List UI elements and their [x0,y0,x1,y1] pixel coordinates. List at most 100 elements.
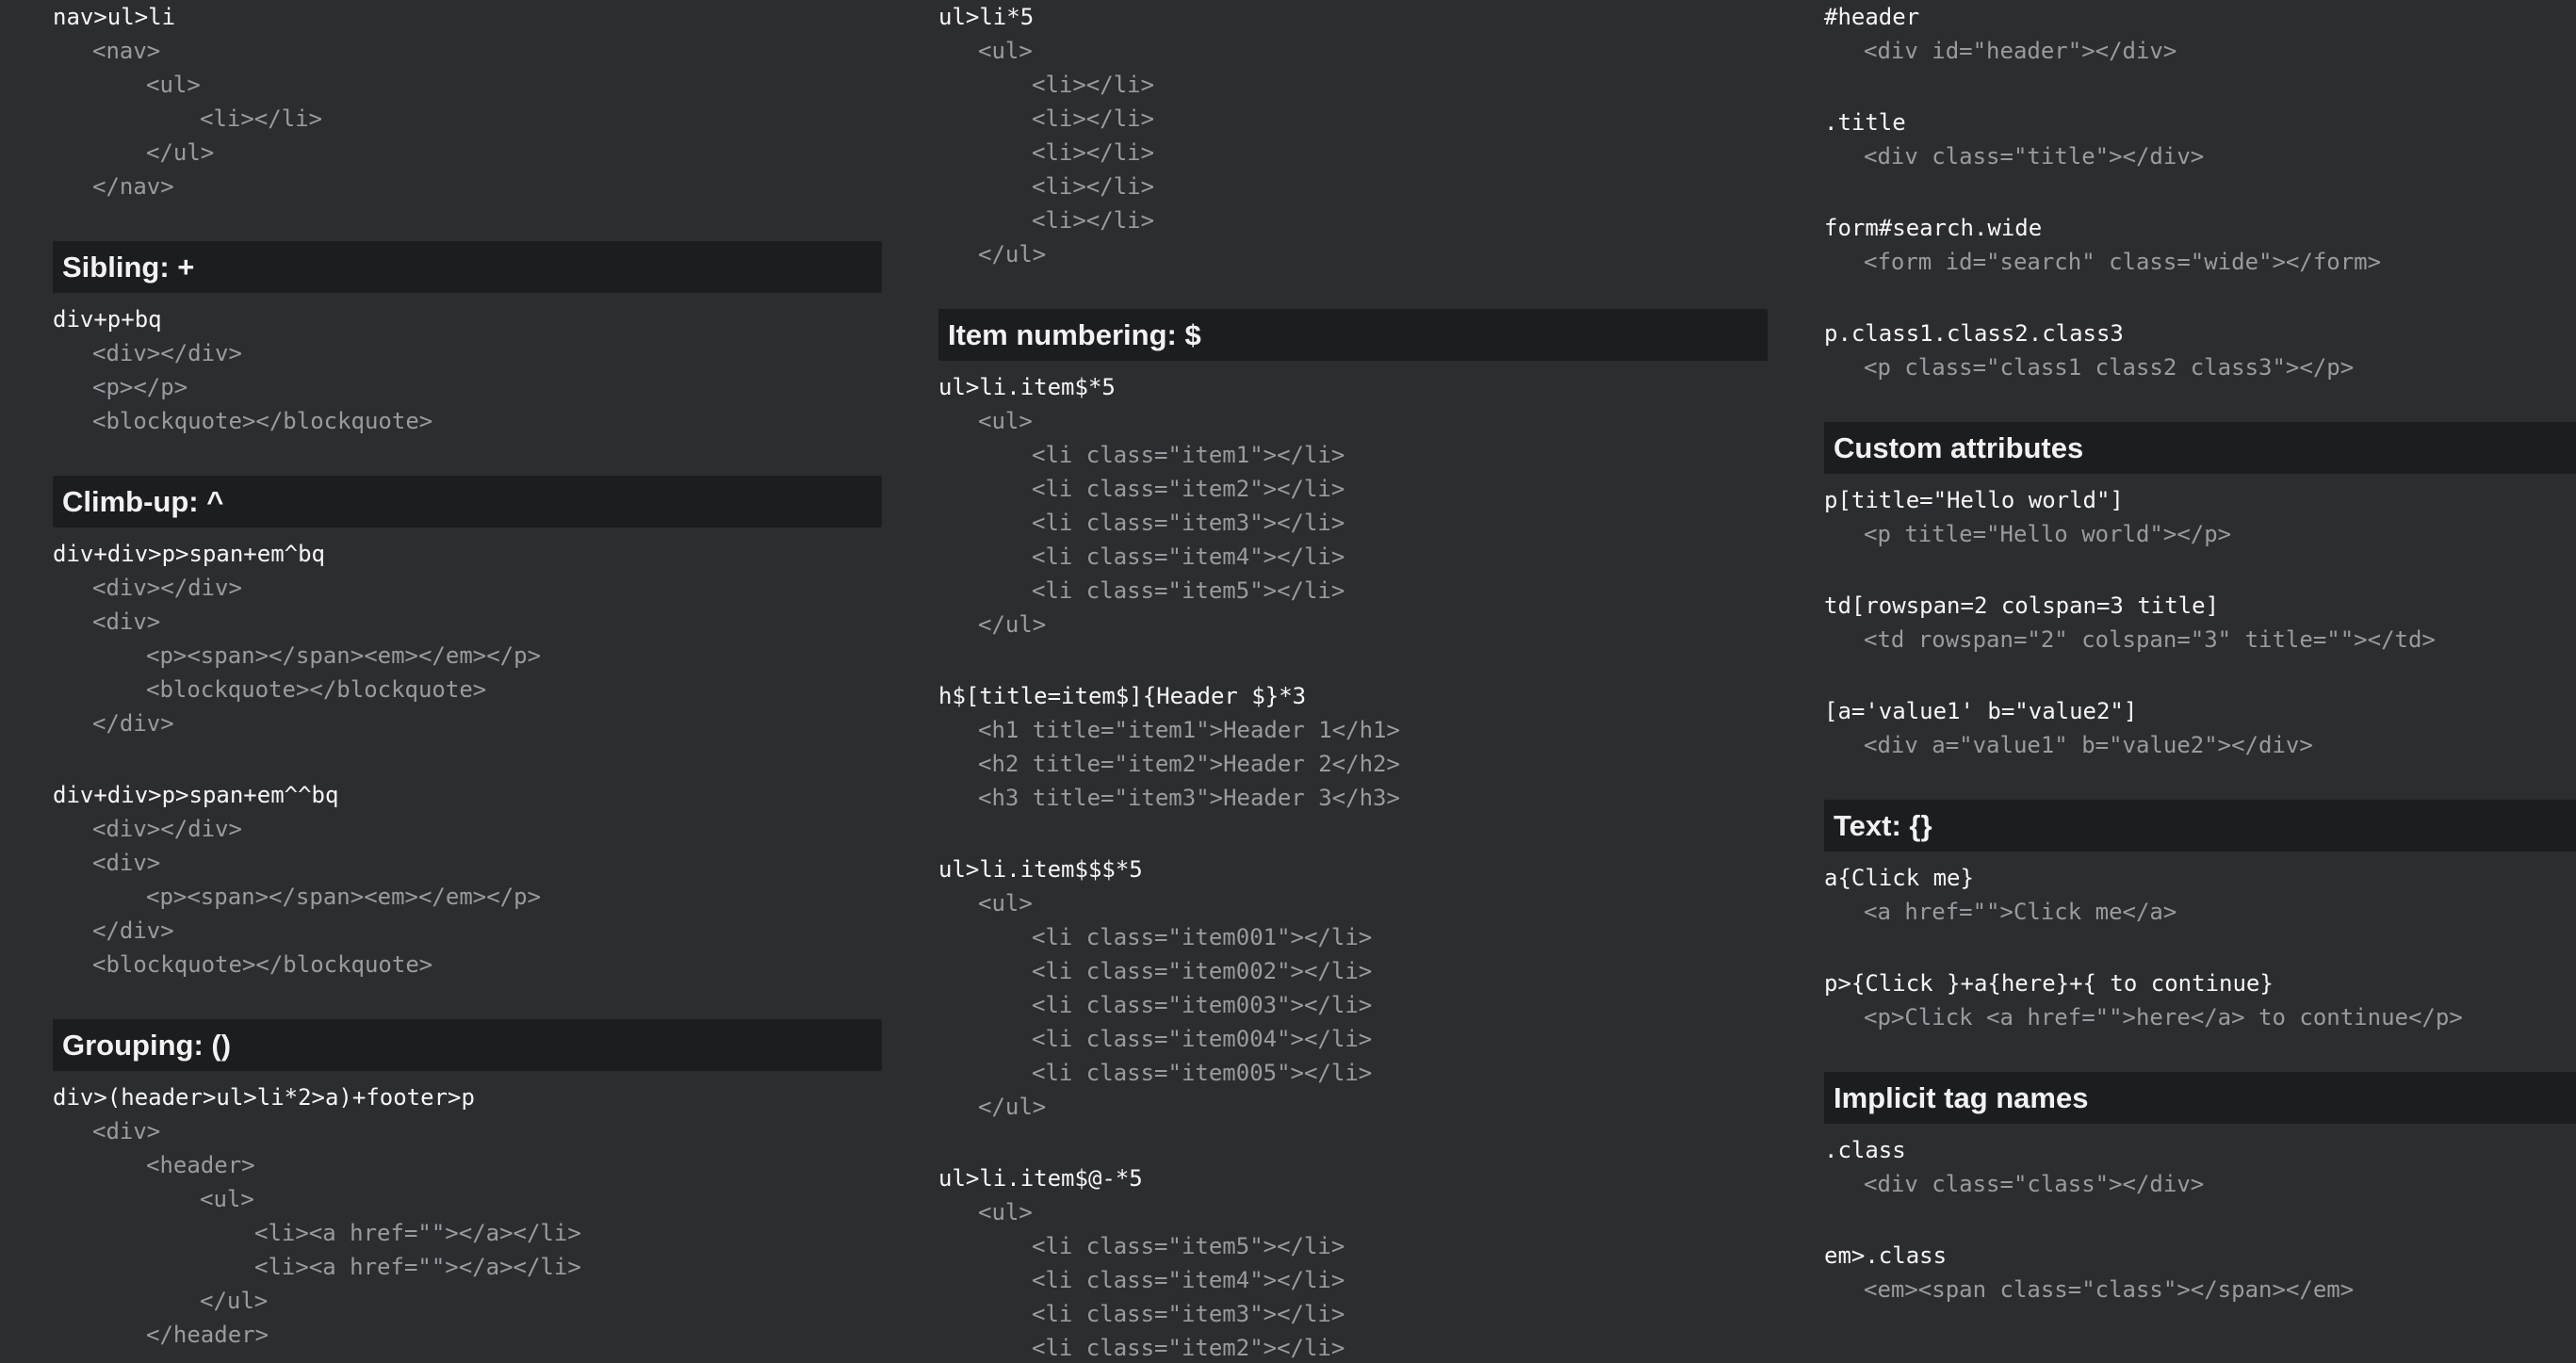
output-line: <div a="value1" b="value2"></div> [1864,732,2313,758]
example: div>(header>ul>li*2>a)+footer>p <div> <hea… [53,1080,882,1352]
abbreviation: ul>li*5 [938,4,1035,30]
section-item-numbering: Item numbering: $ ul>li.item$*5 <ul> <li cl… [938,309,1768,1363]
section-grouping: Grouping: () div>(header>ul>li*2>a)+foote… [53,1019,882,1352]
output-line: <ul> [146,72,201,98]
output-line: <li class="item3"></li> [1032,1301,1345,1327]
column-1: nav>ul>li <nav> <ul> <li></li> </ul> </nav> Si… [53,0,882,1363]
output-line: <p class="class1 class2 class3"></p> [1864,354,2355,381]
abbreviation: div+p+bq [53,306,162,333]
abbreviation: p[title="Hello world"] [1824,487,2124,513]
section-intro: nav>ul>li <nav> <ul> <li></li> </ul> </nav> [53,0,882,203]
section-climb-up: Climb-up: ^ div+div>p>span+em^bq <div></di… [53,476,882,982]
output-line: <p><span></span><em></em></p> [146,642,542,669]
example: ul>li*5 <ul> <li></li> <li></li> <li></li> <l… [938,0,1768,271]
example: td[rowspan=2 colspan=3 title] <td rowspan… [1824,589,2576,657]
output-line: <p title="Hello world"></p> [1864,521,2232,547]
example: div+div>p>span+em^bq <div></div> <div> <p><… [53,537,882,740]
output-line: <div></div> [92,340,242,366]
output-line: <div id="header"></div> [1864,38,2177,64]
abbreviation: em>.class [1824,1242,1948,1269]
output-line: </header> [146,1322,269,1348]
abbreviation: .class [1824,1137,1906,1163]
output-line: </ul> [200,1288,269,1314]
example: div+p+bq <div></div> <p></p> <blockquote></… [53,302,882,438]
output-line: <h2 title="item2">Header 2</h2> [978,751,1400,777]
example: h$[title=item$]{Header $}*3 <h1 title="it… [938,679,1768,815]
example: ul>li.item$$$*5 <ul> <li class="item001"><… [938,852,1768,1124]
output-line: <div class="title"></div> [1864,143,2205,170]
abbreviation: .title [1824,109,1906,136]
output-line: <blockquote></blockquote> [92,951,433,978]
section-heading: Climb-up: ^ [53,476,882,527]
output-line: <blockquote></blockquote> [146,676,487,703]
abbreviation: ul>li.item$@-*5 [938,1165,1143,1192]
column-2: ul>li*5 <ul> <li></li> <li></li> <li></li> <l… [938,0,1768,1363]
output-line: <a href="">Click me</a> [1864,899,2177,925]
abbreviation: ul>li.item$$$*5 [938,856,1143,883]
output-line: <li></li> [1032,139,1155,166]
example: nav>ul>li <nav> <ul> <li></li> </ul> </nav> [53,0,882,203]
output-line: <li class="item3"></li> [1032,510,1345,536]
output-line: <header> [146,1152,255,1178]
output-line: </ul> [978,611,1047,638]
output-line: <p></p> [92,374,188,400]
abbreviation: ul>li.item$*5 [938,374,1116,400]
example: .title <div class="title"></div> [1824,105,2576,173]
output-line: <li class="item1"></li> [1032,442,1345,468]
output-line: <li class="item4"></li> [1032,544,1345,570]
output-line: </ul> [978,241,1047,268]
section-heading: Text: {} [1824,800,2576,852]
output-line: <ul> [978,1199,1033,1225]
section-heading: Grouping: () [53,1019,882,1071]
output-line: <li class="item005"></li> [1032,1060,1373,1086]
example: ul>li.item$*5 <ul> <li class="item1"></li>… [938,370,1768,641]
abbreviation: nav>ul>li [53,4,176,30]
section-custom-attributes: Custom attributes p[title="Hello world"] <… [1824,422,2576,762]
abbreviation: h$[title=item$]{Header $}*3 [938,683,1307,709]
output-line: <div></div> [92,575,242,601]
section-heading: Implicit tag names [1824,1072,2576,1124]
example: a{Click me} <a href="">Click me</a> [1824,861,2576,929]
output-line: </nav> [92,173,174,200]
example: p>{Click }+a{here}+{ to continue} <p>Clic… [1824,966,2576,1034]
example: p[title="Hello world"] <p title="Hello wo… [1824,483,2576,551]
output-line: </ul> [978,1094,1047,1120]
example: form#search.wide <form id="search" class=… [1824,211,2576,279]
output-line: <h1 title="item1">Header 1</h1> [978,717,1400,743]
section-heading: Custom attributes [1824,422,2576,474]
output-line: <li class="item001"></li> [1032,924,1373,950]
output-line: </div> [92,710,174,737]
output-line: <ul> [978,38,1033,64]
abbreviation: div+div>p>span+em^^bq [53,782,339,808]
abbreviation: p>{Click }+a{here}+{ to continue} [1824,970,2274,997]
output-line: <h3 title="item3">Header 3</h3> [978,785,1400,811]
output-line: </div> [92,917,174,944]
output-line: <ul> [978,890,1033,917]
output-line: <li class="item004"></li> [1032,1026,1373,1052]
output-line: <td rowspan="2" colspan="3" title=""></t… [1864,626,2436,653]
output-line: <div></div> [92,816,242,842]
abbreviation: td[rowspan=2 colspan=3 title] [1824,592,2220,619]
example: ul>li.item$@-*5 <ul> <li class="item5"></l… [938,1161,1768,1363]
output-line: <li></li> [1032,72,1155,98]
output-line: <em><span class="class"></span></em> [1864,1276,2355,1303]
abbreviation: a{Click me} [1824,865,1974,891]
output-line: <li><a href=""></a></li> [254,1220,581,1246]
abbreviation: form#search.wide [1824,215,2043,241]
output-line: <ul> [978,408,1033,434]
output-line: <li class="item003"></li> [1032,992,1373,1018]
section-sibling: Sibling: + div+p+bq <div></div> <p></p> <blo… [53,241,882,438]
abbreviation: [a='value1' b="value2"] [1824,698,2138,724]
section-intro: #header <div id="header"></div> .title <div… [1824,0,2576,384]
output-line: <li class="item5"></li> [1032,577,1345,604]
output-line: <li class="item5"></li> [1032,1233,1345,1259]
output-line: <nav> [92,38,161,64]
abbreviation: div+div>p>span+em^bq [53,541,325,567]
output-line: <li class="item4"></li> [1032,1267,1345,1293]
abbreviation: div>(header>ul>li*2>a)+footer>p [53,1084,475,1111]
example: [a='value1' b="value2"] <div a="value1" b… [1824,694,2576,762]
output-line: <li></li> [1032,105,1155,132]
output-line: <li></li> [200,105,323,132]
example: div+div>p>span+em^^bq <div></div> <div> <p>… [53,778,882,982]
output-line: <li></li> [1032,207,1155,234]
